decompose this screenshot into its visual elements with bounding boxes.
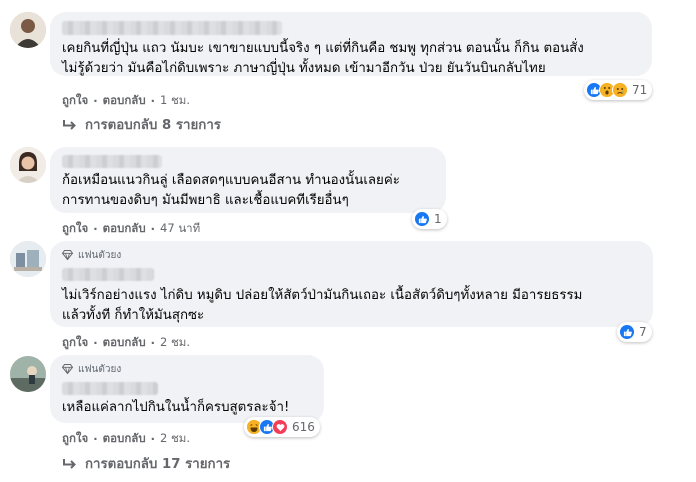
reaction-count: 616 — [292, 420, 315, 434]
comment-bubble: เคยกินที่ญี่ปุ่น แถว นัมบะ เขาขายแบบนี้จ… — [50, 12, 652, 76]
reaction-summary[interactable]: 7 — [617, 322, 652, 342]
profile-photo-icon — [10, 12, 46, 48]
reaction-summary[interactable]: 616 — [244, 417, 320, 437]
comment-bubble: แฟนตัวยง เหลือแค่ลากไปกินในน้ำก็ครบสูตรล… — [50, 355, 324, 423]
profile-photo-icon — [10, 356, 46, 392]
timestamp[interactable]: 1 ชม. — [160, 92, 190, 110]
like-reaction-icon — [619, 324, 635, 340]
comment-actions: ถูกใจ · ตอบกลับ · 2 ชม. — [62, 430, 191, 448]
like-reaction-icon — [414, 211, 430, 227]
top-fan-badge[interactable]: แฟนตัวยง — [62, 362, 312, 376]
timestamp[interactable]: 2 ชม. — [160, 430, 190, 448]
comment-text: เคยกินที่ญี่ปุ่น แถว นัมบะ เขาขายแบบนี้จ… — [62, 41, 584, 76]
sad-reaction-icon — [612, 82, 628, 98]
commenter-name-blurred[interactable] — [62, 155, 162, 168]
avatar[interactable] — [10, 12, 46, 48]
top-fan-badge[interactable]: แฟนตัวยง — [62, 248, 641, 262]
diamond-icon — [62, 250, 73, 260]
reply-button[interactable]: ตอบกลับ — [103, 430, 146, 448]
commenter-name-blurred[interactable] — [62, 382, 158, 395]
timestamp[interactable]: 47 นาที — [160, 220, 200, 238]
view-replies-link[interactable]: การตอบกลับ 17 รายการ — [62, 453, 230, 474]
profile-photo-icon — [10, 147, 46, 183]
reply-button[interactable]: ตอบกลับ — [103, 220, 146, 238]
comment-actions: ถูกใจ · ตอบกลับ · 47 นาที — [62, 220, 201, 238]
like-button[interactable]: ถูกใจ — [62, 92, 88, 110]
comment-text: เหลือแค่ลากไปกินในน้ำก็ครบสูตรละจ้า! — [62, 400, 290, 415]
commenter-name-blurred[interactable] — [62, 268, 154, 281]
reaction-count: 1 — [434, 212, 442, 226]
avatar[interactable] — [10, 241, 46, 277]
view-replies-link[interactable]: การตอบกลับ 8 รายการ — [62, 114, 221, 135]
comment-actions: ถูกใจ · ตอบกลับ · 1 ชม. — [62, 92, 191, 110]
reply-arrow-icon — [63, 119, 76, 130]
commenter-name-blurred[interactable] — [62, 21, 282, 35]
reaction-count: 71 — [632, 83, 648, 97]
replies-count-label: การตอบกลับ 8 รายการ — [85, 118, 221, 133]
diamond-icon — [62, 364, 73, 374]
reply-button[interactable]: ตอบกลับ — [103, 334, 146, 352]
timestamp[interactable]: 2 ชม. — [160, 334, 190, 352]
reaction-count: 7 — [639, 325, 647, 339]
avatar[interactable] — [10, 356, 46, 392]
comment-actions: ถูกใจ · ตอบกลับ · 2 ชม. — [62, 334, 191, 352]
reaction-summary[interactable]: 71 — [584, 80, 653, 100]
comment-text: ก้อเหมือนแนวกินลู่ เลือดสดๆแบบคนอีสาน ทำ… — [62, 173, 400, 208]
replies-count-label: การตอบกลับ 17 รายการ — [85, 457, 231, 472]
love-reaction-icon — [272, 419, 288, 435]
like-button[interactable]: ถูกใจ — [62, 220, 88, 238]
reply-arrow-icon — [63, 458, 76, 469]
reply-button[interactable]: ตอบกลับ — [103, 92, 146, 110]
comment-bubble: ก้อเหมือนแนวกินลู่ เลือดสดๆแบบคนอีสาน ทำ… — [50, 147, 446, 213]
reaction-summary[interactable]: 1 — [412, 209, 447, 229]
comment-text: ไม่เวิร์กอย่างแรง ไก่ดิบ หมูดิบ ปล่อยให้… — [62, 288, 583, 323]
like-button[interactable]: ถูกใจ — [62, 430, 88, 448]
profile-photo-icon — [10, 241, 46, 277]
avatar[interactable] — [10, 147, 46, 183]
like-button[interactable]: ถูกใจ — [62, 334, 88, 352]
comment-bubble: แฟนตัวยง ไม่เวิร์กอย่างแรง ไก่ดิบ หมูดิบ… — [50, 241, 653, 327]
